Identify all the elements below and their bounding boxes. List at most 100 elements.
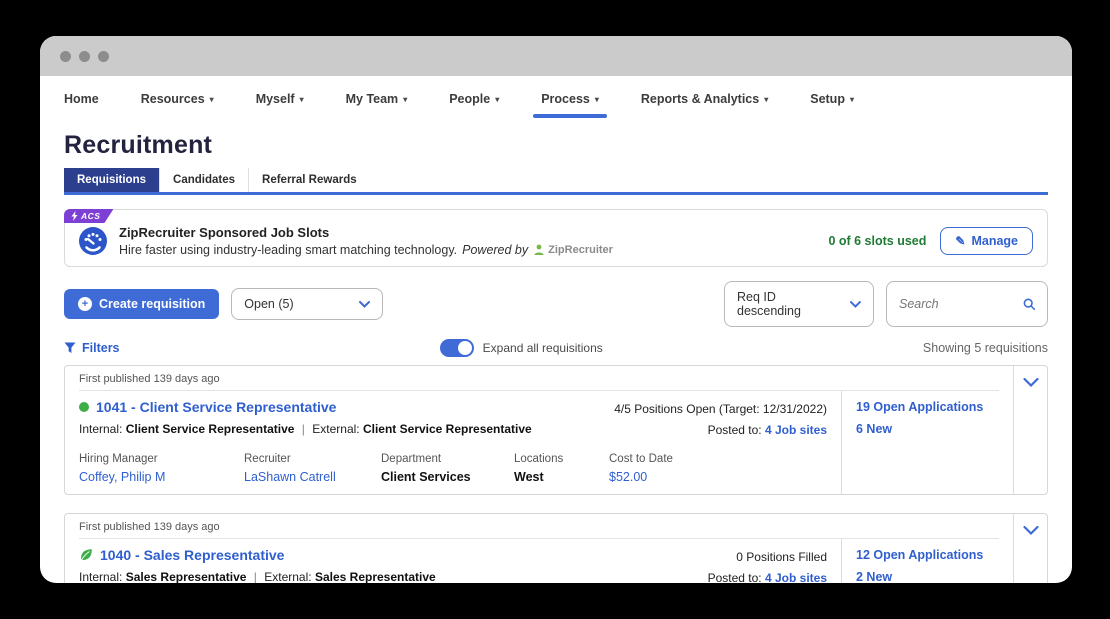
filters-button[interactable]: Filters (64, 341, 120, 355)
tab-bar: Requisitions Candidates Referral Rewards (64, 168, 1048, 192)
field-label: Cost to Date (609, 453, 673, 465)
card-main: 1040 - Sales Representative Internal: Sa… (65, 539, 841, 583)
banner-text: ZipRecruiter Sponsored Job Slots Hire fa… (119, 225, 613, 257)
nav-label: Myself (256, 92, 295, 106)
tab-requisitions[interactable]: Requisitions (64, 168, 159, 192)
expand-toggle-label: Expand all requisitions (483, 341, 603, 355)
nav-item-people[interactable]: People ▾ (449, 76, 499, 121)
funnel-icon (64, 342, 76, 354)
hiring-manager-link[interactable]: Coffey, Philip M (79, 470, 234, 484)
window-control-dot[interactable] (60, 51, 71, 62)
card-collapse-chevron[interactable] (1013, 366, 1047, 494)
chevron-down-icon: ▾ (210, 95, 214, 104)
chevron-down-icon: ▾ (403, 95, 407, 104)
expand-all-toggle[interactable] (440, 339, 474, 357)
search-input[interactable] (899, 297, 1017, 311)
chevron-down-icon (1023, 526, 1039, 536)
nav-label: Reports & Analytics (641, 92, 759, 106)
chevron-down-icon: ▾ (595, 95, 599, 104)
positions-block: 4/5 Positions Open (Target: 12/31/2022) … (614, 399, 827, 441)
ziprecruiter-logo: ZipRecruiter (533, 244, 613, 256)
requisition-card-1041: First published 139 days ago 1041 - Clie… (64, 365, 1048, 495)
search-icon[interactable] (1023, 297, 1035, 311)
chevron-down-icon: ▾ (764, 95, 768, 104)
new-applications-link[interactable]: 6 New (856, 422, 1005, 436)
nav-item-my-team[interactable]: My Team ▾ (346, 76, 408, 121)
nav-item-resources[interactable]: Resources ▾ (141, 76, 214, 121)
tab-underline (64, 192, 1048, 195)
requisition-card-1040: First published 139 days ago 1040 - S (64, 513, 1048, 583)
nav-item-process[interactable]: Process ▾ (541, 76, 599, 121)
create-requisition-label: Create requisition (99, 297, 205, 311)
internal-external-meta: Internal: Sales Representative | Externa… (79, 570, 436, 583)
internal-value: Client Service Representative (126, 422, 295, 436)
nav-label: People (449, 92, 490, 106)
card-content: First published 139 days ago 1040 - S (65, 514, 1013, 583)
showing-count-text: Showing 5 requisitions (923, 341, 1048, 355)
acs-badge-label: ACS (81, 211, 100, 221)
banner-subtitle-text: Hire faster using industry-leading smart… (119, 243, 457, 257)
manage-button-label: Manage (971, 234, 1018, 248)
sort-select[interactable]: Req ID descending (724, 281, 874, 327)
open-applications-link[interactable]: 19 Open Applications (856, 400, 1005, 414)
meta-separator: | (298, 422, 309, 436)
status-filter-select[interactable]: Open (5) (231, 288, 383, 320)
positions-open-text: 4/5 Positions Open (Target: 12/31/2022) (614, 399, 827, 420)
open-applications-link[interactable]: 12 Open Applications (856, 548, 1005, 562)
req-title-block: 1040 - Sales Representative Internal: Sa… (79, 547, 436, 583)
nav-item-myself[interactable]: Myself ▾ (256, 76, 304, 121)
tab-referral-rewards[interactable]: Referral Rewards (248, 168, 370, 192)
external-value: Sales Representative (315, 570, 436, 583)
filters-label: Filters (82, 341, 120, 355)
banner-title: ZipRecruiter Sponsored Job Slots (119, 225, 613, 240)
field-label: Recruiter (244, 453, 371, 465)
internal-label: Internal: (79, 422, 122, 436)
cost-to-date-link[interactable]: $52.00 (609, 470, 673, 484)
ziprecruiter-logo-text: ZipRecruiter (548, 244, 613, 256)
department-value: Client Services (381, 470, 504, 484)
card-body: 1041 - Client Service Representative Int… (65, 391, 1013, 494)
pencil-icon: ✎ (955, 234, 965, 248)
chevron-down-icon: ▾ (495, 95, 499, 104)
positions-block: 0 Positions Filled Posted to: 4 Job site… (708, 547, 827, 583)
card-body: 1040 - Sales Representative Internal: Sa… (65, 539, 1013, 583)
external-label: External: (264, 570, 311, 583)
window-control-dot[interactable] (98, 51, 109, 62)
requisition-title-text: 1041 - Client Service Representative (96, 399, 336, 415)
toolbar-right: Req ID descending (724, 281, 1048, 327)
chevron-down-icon (1023, 378, 1039, 388)
manage-button[interactable]: ✎ Manage (940, 227, 1033, 255)
nav-label: Setup (810, 92, 845, 106)
meta-separator: | (250, 570, 261, 583)
window-control-dot[interactable] (79, 51, 90, 62)
recruiter-link[interactable]: LaShawn Catrell (244, 470, 371, 484)
sort-select-value: Req ID descending (737, 290, 842, 318)
requisitions-toolbar: + Create requisition Open (5) Req ID des… (64, 281, 1048, 327)
filter-row: Filters Expand all requisitions Showing … (64, 339, 1048, 357)
requisition-title-link[interactable]: 1040 - Sales Representative (79, 547, 436, 563)
status-filter-value: Open (5) (244, 297, 293, 311)
nav-label: Process (541, 92, 590, 106)
plus-circle-icon: + (78, 297, 92, 311)
job-sites-link[interactable]: 4 Job sites (765, 423, 827, 437)
nav-item-reports-analytics[interactable]: Reports & Analytics ▾ (641, 76, 768, 121)
card-collapse-chevron[interactable] (1013, 514, 1047, 583)
banner-subtitle: Hire faster using industry-leading smart… (119, 243, 613, 257)
nav-item-home[interactable]: Home (64, 76, 99, 121)
published-text: First published 139 days ago (79, 514, 999, 539)
expand-toggle-group: Expand all requisitions (440, 339, 603, 357)
tab-candidates[interactable]: Candidates (159, 168, 248, 192)
internal-value: Sales Representative (126, 570, 247, 583)
search-box (886, 281, 1048, 327)
field-locations: Locations West (514, 453, 609, 484)
requisition-title-link[interactable]: 1041 - Client Service Representative (79, 399, 532, 415)
external-value: Client Service Representative (363, 422, 532, 436)
nav-item-setup[interactable]: Setup ▾ (810, 76, 854, 121)
new-applications-link[interactable]: 2 New (856, 570, 1005, 583)
posted-to-label: Posted to: (708, 423, 762, 437)
chevron-down-icon (850, 301, 861, 308)
app-window: Home Resources ▾ Myself ▾ My Team ▾ Peop… (40, 36, 1072, 583)
job-sites-link[interactable]: 4 Job sites (765, 571, 827, 583)
chevron-down-icon: ▾ (300, 95, 304, 104)
create-requisition-button[interactable]: + Create requisition (64, 289, 219, 319)
